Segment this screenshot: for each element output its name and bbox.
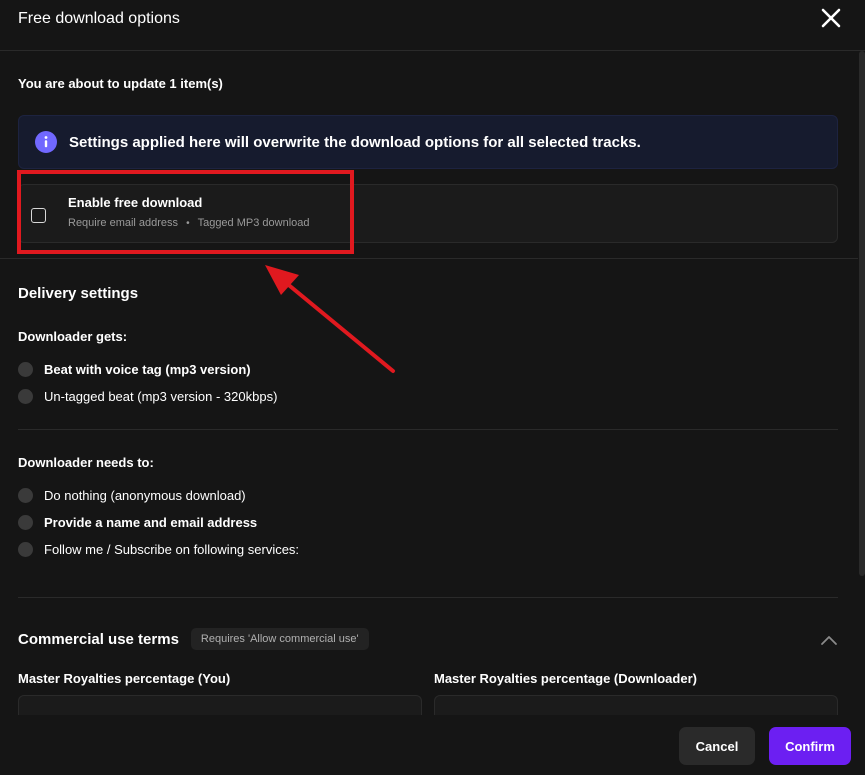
- radio-button[interactable]: [18, 542, 33, 557]
- cancel-button[interactable]: Cancel: [679, 727, 755, 765]
- enable-free-download-card[interactable]: Enable free download Require email addre…: [18, 184, 838, 243]
- radio-voice-tag[interactable]: Beat with voice tag (mp3 version): [18, 362, 251, 377]
- master-royalties-downloader-label: Master Royalties percentage (Downloader): [434, 671, 697, 686]
- tagged-mp3-text: Tagged MP3 download: [197, 217, 310, 229]
- divider: [18, 429, 838, 430]
- divider: [18, 597, 838, 598]
- enable-free-download-subtitle: Require email address • Tagged MP3 downl…: [68, 217, 310, 229]
- commercial-terms-header: Commercial use terms Requires 'Allow com…: [18, 628, 369, 650]
- radio-label: Un-tagged beat (mp3 version - 320kbps): [44, 389, 278, 404]
- chevron-up-icon[interactable]: [820, 633, 838, 647]
- requires-commercial-badge: Requires 'Allow commercial use': [190, 628, 369, 650]
- radio-follow-subscribe[interactable]: Follow me / Subscribe on following servi…: [18, 542, 299, 557]
- commercial-terms-heading: Commercial use terms: [18, 630, 179, 648]
- annotation-arrow: [265, 265, 395, 373]
- radio-label: Provide a name and email address: [44, 515, 258, 530]
- downloader-needs-label: Downloader needs to:: [18, 455, 154, 470]
- dialog-header: Free download options: [0, 0, 865, 51]
- update-info: You are about to update 1 item(s): [18, 76, 223, 91]
- master-royalties-downloader-input[interactable]: [434, 695, 838, 715]
- radio-button[interactable]: [18, 389, 33, 404]
- radio-label: Follow me / Subscribe on following servi…: [44, 542, 300, 557]
- dialog-title: Free download options: [18, 10, 180, 27]
- info-icon: [35, 131, 57, 153]
- downloader-gets-label: Downloader gets:: [18, 329, 128, 344]
- info-banner: Settings applied here will overwrite the…: [18, 115, 838, 169]
- radio-button[interactable]: [18, 488, 33, 503]
- master-royalties-you-label: Master Royalties percentage (You): [18, 671, 231, 686]
- delivery-settings-heading: Delivery settings: [18, 285, 139, 302]
- close-icon[interactable]: [819, 6, 843, 30]
- radio-button[interactable]: [18, 362, 33, 377]
- radio-label: Beat with voice tag (mp3 version): [44, 362, 251, 377]
- enable-free-download-label: Enable free download: [68, 195, 203, 210]
- require-email-text: Require email address: [68, 217, 179, 229]
- radio-name-email[interactable]: Provide a name and email address: [18, 515, 257, 530]
- enable-free-download-checkbox[interactable]: [31, 208, 46, 223]
- scrollbar[interactable]: [859, 51, 865, 576]
- confirm-button[interactable]: Confirm: [769, 727, 851, 765]
- radio-do-nothing[interactable]: Do nothing (anonymous download): [18, 488, 246, 503]
- separator-dot: •: [186, 217, 190, 229]
- divider: [0, 258, 858, 259]
- dialog-footer: Cancel Confirm: [0, 715, 865, 775]
- info-banner-text: Settings applied here will overwrite the…: [69, 133, 641, 151]
- radio-label: Do nothing (anonymous download): [44, 488, 246, 503]
- radio-button[interactable]: [18, 515, 33, 530]
- master-royalties-you-input[interactable]: [18, 695, 422, 715]
- radio-untagged[interactable]: Un-tagged beat (mp3 version - 320kbps): [18, 389, 277, 404]
